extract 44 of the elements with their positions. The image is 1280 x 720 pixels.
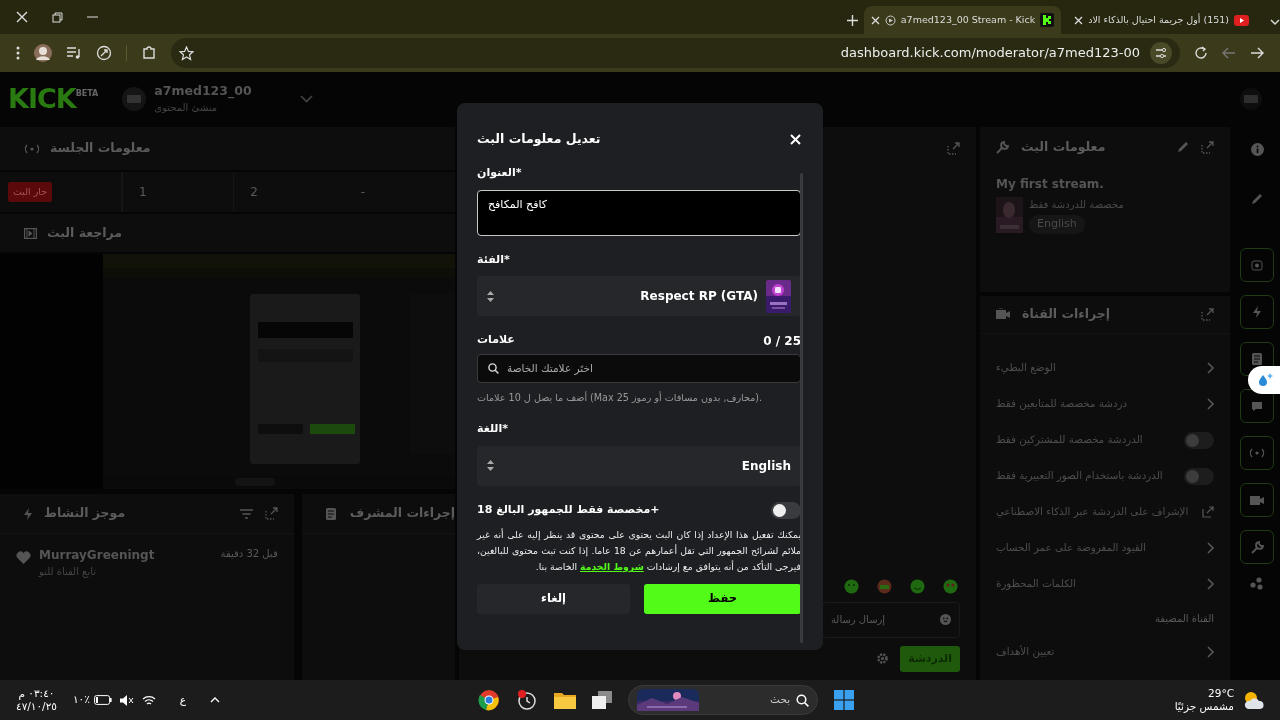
title-field[interactable]: كافح المكافح [477, 189, 801, 236]
channel-name: a7med123_00 [154, 81, 252, 101]
tags-field[interactable]: اختَر علامتك الخاصة [477, 354, 801, 383]
panel-title: إجراءات المشرف [349, 504, 455, 523]
toggle-label: مخصصة فقط للجمهور البالغ 18+ [477, 502, 660, 519]
panel-title: إجراءات القناة [1022, 305, 1111, 324]
stream-title: My first stream. [996, 176, 1105, 193]
panel-title: موجز النشاط [44, 504, 126, 523]
category-select[interactable]: Respect RP (GTA) [477, 276, 801, 316]
panel-title: معلومات البث [1021, 137, 1106, 156]
beta-label: BETA [75, 89, 99, 98]
live-status: جار البث [8, 181, 53, 203]
save-button[interactable]: حفظ [644, 583, 801, 614]
stat-value: - [360, 184, 365, 201]
clock-date[interactable]: ٤٧/١٠/٢٥ [16, 700, 57, 713]
battery-percent: ١٠٪ [72, 692, 90, 708]
field-hint: أضف ما يصل ل 10 علامات (Max 25 محارف, بدون مسافات أو رموز). [477, 391, 764, 405]
channel-role: منشئ المحتوى [154, 101, 219, 116]
terms-link[interactable]: شروط الخدمة [580, 561, 644, 573]
description-text: يمكنك تفعيل هذا الإعداد إذا كان البث يحتوي على محتوى قد ينظر إليه على أنه غير ملائم لشرائح الجمهور التي تقل أعمارهم عن 18 عاما. إذا كنت تبث محتوى للبالغين، فيرجى التأكد من أنه يتوافق مع إرشادات شروط الخدمة الخاصة بنا. [477, 527, 801, 575]
browser-tab[interactable]: (151) أول جريمة احتيال بالذكاء الاد [1067, 6, 1256, 34]
search-field[interactable]: بحث [628, 685, 819, 715]
field-label: العنوان* [477, 165, 522, 181]
weather-condition[interactable]: مشمس جزئيًا [1174, 700, 1234, 713]
dialog-title: تعديل معلومات البث [477, 129, 601, 148]
section-heading: القناة المضيفة [1154, 611, 1214, 626]
clock-time[interactable]: ٠٣:٤٠ م [18, 687, 55, 700]
temperature[interactable]: 29°C [1208, 687, 1234, 700]
activity-time: قبل 32 دقيقة [220, 547, 278, 561]
browser-tab[interactable]: a7med123_00 Stream - Kick [863, 6, 1062, 34]
tag-counter: 0 / 25 [763, 333, 801, 350]
input-language[interactable]: ع [179, 692, 187, 708]
panel-title: معلومات الجلسة [50, 139, 151, 158]
logo[interactable]: KICK [8, 85, 76, 112]
stat-value: 2 [250, 184, 258, 201]
field-label: الفئة* [477, 251, 510, 268]
address-bar[interactable]: dashboard.kick.com/moderator/a7med123-00 [840, 43, 1140, 63]
cancel-button[interactable]: إلغاء [477, 583, 631, 614]
chat-mode: مخصصة للدردشة فقط [1029, 198, 1124, 212]
panel-title: مراجعة البث [47, 223, 123, 242]
field-label: علامات [477, 332, 515, 348]
field-label: اللغة* [477, 421, 509, 438]
stat-value: 1 [139, 184, 147, 201]
language-select[interactable]: English [477, 445, 801, 486]
